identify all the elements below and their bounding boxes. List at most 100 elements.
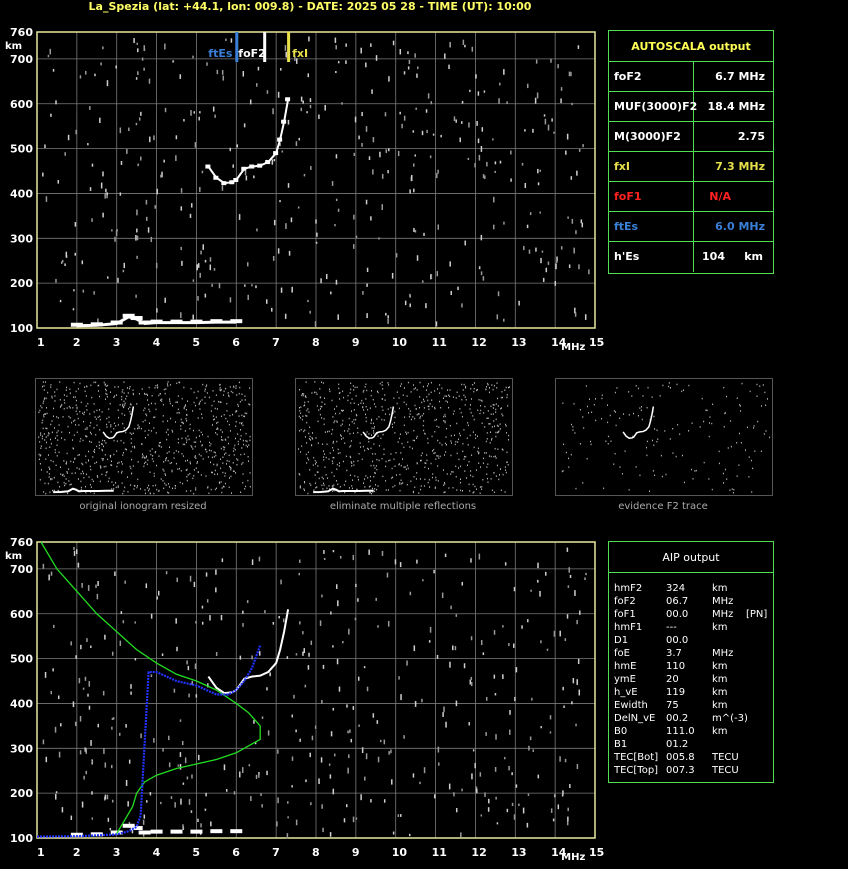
noise-dot — [125, 724, 127, 728]
noise-dot — [198, 116, 200, 121]
noise-dot — [306, 409, 308, 412]
noise-dot — [369, 407, 371, 409]
noise-dot — [455, 476, 457, 478]
noise-dot — [474, 485, 476, 488]
noise-dot — [452, 413, 454, 415]
noise-dot — [285, 51, 287, 58]
noise-dot — [85, 405, 87, 407]
noise-dot — [85, 395, 87, 397]
noise-dot — [374, 467, 376, 469]
noise-dot — [135, 294, 137, 298]
noise-dot — [111, 651, 114, 656]
noise-dot — [748, 456, 750, 458]
noise-dot — [375, 55, 378, 61]
noise-dot — [358, 453, 360, 455]
noise-dot — [307, 492, 309, 495]
noise-dot — [402, 482, 404, 484]
noise-dot — [301, 394, 303, 396]
noise-dot — [244, 284, 246, 287]
noise-dot — [586, 457, 588, 460]
noise-dot — [59, 406, 61, 408]
noise-dot — [532, 128, 534, 133]
noise-dot — [249, 472, 251, 474]
noise-dot — [217, 428, 219, 430]
noise-dot — [328, 458, 330, 460]
noise-dot — [452, 471, 454, 473]
noise-dot — [162, 748, 164, 752]
noise-dot — [394, 465, 396, 467]
noise-dot — [298, 472, 300, 475]
noise-dot — [215, 487, 217, 490]
noise-dot — [387, 620, 390, 627]
noise-dot — [488, 798, 490, 804]
noise-dot — [474, 434, 476, 436]
noise-dot — [242, 439, 244, 442]
noise-dot — [153, 492, 155, 495]
noise-dot — [161, 400, 163, 402]
noise-dot — [473, 446, 475, 449]
noise-dot — [543, 114, 546, 117]
noise-dot — [136, 209, 138, 216]
noise-dot — [438, 426, 440, 428]
noise-dot — [486, 477, 488, 480]
noise-dot — [43, 385, 45, 387]
noise-dot — [117, 486, 119, 489]
noise-dot — [494, 170, 496, 173]
noise-dot — [235, 437, 237, 440]
noise-dot — [513, 814, 516, 820]
noise-dot — [236, 144, 239, 148]
noise-dot — [108, 408, 110, 410]
noise-dot — [186, 439, 188, 441]
noise-dot — [155, 451, 157, 453]
noise-dot — [196, 397, 198, 399]
noise-dot — [162, 480, 164, 482]
noise-dot — [132, 446, 134, 448]
noise-dot — [309, 98, 312, 103]
noise-dot — [348, 417, 350, 420]
noise-dot — [47, 391, 49, 394]
noise-dot — [212, 106, 215, 112]
noise-dot — [309, 310, 311, 314]
noise-dot — [64, 402, 66, 404]
noise-dot — [332, 446, 334, 449]
noise-dot — [170, 417, 172, 420]
noise-dot — [350, 410, 352, 412]
noise-dot — [467, 464, 469, 466]
noise-dot — [92, 456, 94, 458]
y-tick-label: 400 — [10, 697, 33, 710]
noise-dot — [186, 660, 188, 665]
noise-dot — [444, 553, 447, 558]
noise-dot — [496, 382, 498, 384]
noise-dot — [733, 488, 735, 491]
noise-dot — [366, 431, 368, 433]
noise-dot — [400, 385, 402, 387]
noise-dot — [399, 473, 401, 476]
noise-dot — [305, 779, 307, 783]
noise-dot — [361, 111, 363, 117]
noise-dot — [444, 442, 446, 445]
noise-dot — [461, 383, 463, 386]
noise-dot — [42, 419, 44, 422]
noise-dot — [537, 774, 540, 779]
aip-row-unit: MHz — [712, 609, 734, 620]
y-tick-label: 600 — [10, 98, 33, 111]
aip-row-label: hmF2 — [614, 583, 643, 594]
noise-dot — [652, 470, 654, 472]
noise-dot — [180, 425, 182, 427]
noise-dot — [424, 462, 426, 464]
noise-dot — [473, 418, 475, 421]
y-unit-label: km — [5, 41, 22, 52]
noise-dot — [90, 468, 92, 471]
noise-dot — [551, 118, 553, 122]
noise-dot — [484, 175, 486, 180]
noise-dot — [340, 435, 342, 437]
noise-dot — [237, 405, 239, 408]
noise-dot — [342, 640, 344, 644]
noise-dot — [460, 481, 462, 484]
noise-dot — [376, 418, 378, 420]
noise-dot — [607, 442, 609, 445]
noise-dot — [577, 45, 580, 49]
noise-dot — [129, 413, 131, 415]
noise-dot — [53, 624, 55, 628]
noise-dot — [427, 399, 429, 402]
